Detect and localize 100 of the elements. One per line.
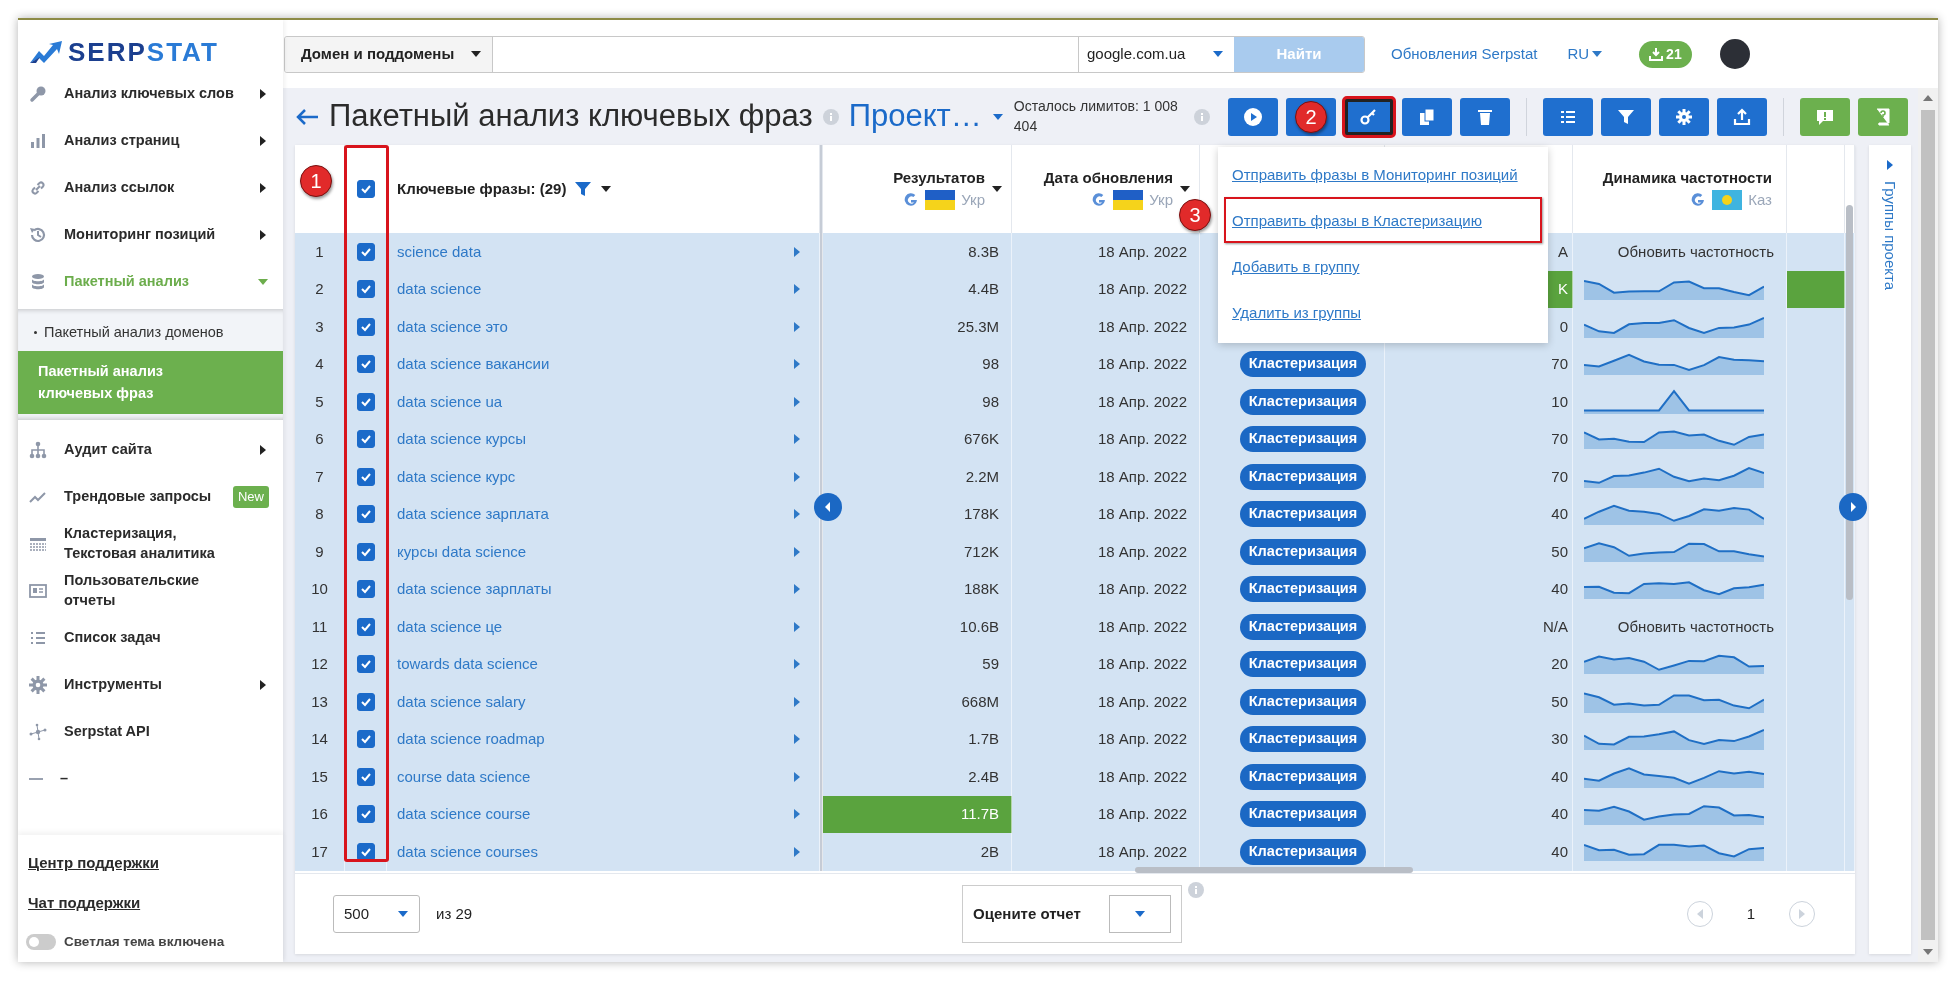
sidebar-item[interactable]: Serpstat API [18, 708, 283, 756]
checkbox[interactable] [356, 842, 375, 861]
sidebar-item[interactable]: Кластеризация, Текстовая аналитика [18, 520, 283, 568]
cluster-button[interactable]: Кластеризация [1239, 426, 1367, 453]
keyword-link[interactable]: data science courses [397, 840, 538, 863]
cluster-button[interactable]: Кластеризация [1239, 576, 1367, 603]
keyword-link[interactable]: data science course [397, 803, 531, 826]
keyword-link[interactable]: towards data science [397, 653, 538, 676]
keyword-link[interactable]: курсы data science [397, 540, 527, 563]
checkbox[interactable] [356, 730, 375, 749]
table-cell-text: 18 Апр. 2022 [1097, 766, 1187, 787]
cluster-button[interactable]: Кластеризация [1239, 388, 1367, 415]
keyword-link[interactable]: data science зарплаты [397, 578, 552, 601]
sidebar-item[interactable]: Трендовые запросы New [18, 473, 283, 521]
side-panel-title[interactable]: Группы проекта [1878, 181, 1902, 291]
back-arrow-icon[interactable] [295, 106, 319, 127]
checkbox[interactable] [356, 542, 375, 561]
checkbox[interactable] [356, 580, 375, 599]
total-count: из 29 [436, 903, 473, 924]
keyword-link[interactable]: data science це [397, 615, 503, 638]
sidebar-link[interactable]: Центр поддержки [18, 842, 283, 884]
toolbar-button[interactable] [1344, 97, 1394, 136]
filter-icon[interactable] [574, 180, 593, 198]
checkbox[interactable] [356, 392, 375, 411]
select-all-checkbox[interactable] [356, 180, 375, 198]
project-name[interactable]: Проект… [848, 93, 982, 140]
avatar[interactable] [1719, 39, 1750, 69]
keyword-link[interactable]: course data science [397, 765, 531, 788]
page-number[interactable]: 1 [1746, 902, 1755, 926]
cluster-button[interactable]: Кластеризация [1239, 688, 1367, 715]
sidebar-item[interactable]: Пользовательские отчеты [18, 567, 283, 615]
page-scrollbar[interactable] [1918, 88, 1938, 962]
language-dropdown[interactable]: RU [1567, 42, 1604, 66]
cluster-button[interactable]: Кластеризация [1239, 463, 1367, 490]
per-page-dropdown[interactable]: 500 [333, 895, 420, 933]
cluster-button[interactable]: Кластеризация [1239, 538, 1367, 565]
vertical-scrollbar[interactable] [1846, 205, 1853, 600]
sidebar-item[interactable]: Анализ ключевых слов [18, 70, 283, 117]
checkbox[interactable] [356, 280, 375, 299]
checkbox[interactable] [356, 355, 375, 374]
sidebar-item[interactable]: Список задач [18, 614, 283, 662]
horizontal-scrollbar[interactable] [1135, 867, 1413, 873]
cluster-button[interactable]: Кластеризация [1239, 763, 1367, 790]
cluster-button[interactable]: Кластеризация [1239, 838, 1367, 865]
keyword-link[interactable]: data science вакансии [397, 353, 550, 376]
updates-link[interactable]: Обновления Serpstat [1391, 42, 1538, 66]
sidebar-item[interactable]: Аудит сайта [18, 426, 283, 474]
sidebar-item[interactable]: – [18, 755, 283, 803]
update-frequency-link[interactable]: Обновить частотность [1617, 615, 1774, 638]
checkbox[interactable] [356, 655, 375, 674]
checkbox[interactable] [356, 767, 375, 786]
settings-icon [28, 674, 48, 695]
cluster-button[interactable]: Кластеризация [1239, 351, 1367, 378]
table-cell-text: 18 Апр. 2022 [1097, 429, 1187, 449]
row-number: 14 [311, 729, 328, 749]
menu-item[interactable]: Отправить фразы в Мониторинг позиций [1224, 151, 1542, 197]
toggle-switch[interactable] [26, 933, 56, 950]
keyword-link[interactable]: data science salary [397, 690, 526, 713]
update-frequency-link[interactable]: Обновить частотность [1617, 240, 1774, 263]
menu-item[interactable]: Удалить из группы [1224, 289, 1542, 335]
menu-item[interactable]: Добавить в группу [1224, 243, 1542, 289]
sidebar-item[interactable]: Анализ ссылок [18, 164, 283, 211]
keyword-link[interactable]: data science курс [397, 465, 516, 488]
keyword-link[interactable]: data science roadmap [397, 728, 545, 751]
cluster-button[interactable]: Кластеризация [1239, 651, 1367, 678]
table-cell-text: 18 Апр. 2022 [1097, 391, 1187, 412]
hierarchy-icon [28, 439, 48, 460]
table-cell-text: 40 [1551, 804, 1568, 824]
keyword-link[interactable]: data science ua [397, 390, 503, 413]
flag-icon [925, 190, 956, 211]
checkbox[interactable] [356, 430, 375, 449]
sidebar-item[interactable]: Анализ страниц [18, 117, 283, 164]
cluster-button[interactable]: Кластеризация [1239, 613, 1367, 640]
checkbox[interactable] [356, 242, 375, 261]
cluster-button[interactable]: Кластеризация [1239, 501, 1367, 528]
cluster-button[interactable]: Кластеризация [1239, 801, 1367, 828]
keyword-link[interactable]: science data [397, 240, 482, 263]
keyword-link[interactable]: data science [397, 278, 482, 301]
checkbox[interactable] [356, 805, 375, 824]
row-number: 13 [311, 691, 328, 712]
checkbox[interactable] [356, 467, 375, 486]
cluster-button[interactable]: Кластеризация [1239, 726, 1367, 753]
sidebar-item[interactable]: Инструменты [18, 661, 283, 709]
row-number: 4 [315, 354, 324, 374]
keyword-link[interactable]: data science курсы [397, 428, 527, 451]
checkbox[interactable] [356, 317, 375, 336]
keyword-link[interactable]: data science это [397, 315, 508, 338]
checkbox[interactable] [356, 505, 375, 524]
keyword-link[interactable]: data science зарплата [397, 503, 549, 526]
sidebar-link[interactable]: Чат поддержки [18, 883, 283, 924]
table-cell-text: 11.7B [960, 804, 999, 824]
checkmark-icon [359, 358, 372, 371]
menu-item[interactable]: Отправить фразы в Кластеризацию [1224, 197, 1542, 243]
submenu-item[interactable]: Пакетный анализ доменов [18, 315, 283, 351]
checkbox[interactable] [356, 692, 375, 711]
sidebar-item[interactable]: Мониторинг позиций [18, 211, 283, 258]
scroll-right-button[interactable] [1839, 493, 1867, 521]
checkbox[interactable] [356, 617, 375, 636]
logo-text: SERPSTAT [68, 35, 219, 69]
row-number: 3 [315, 316, 324, 337]
